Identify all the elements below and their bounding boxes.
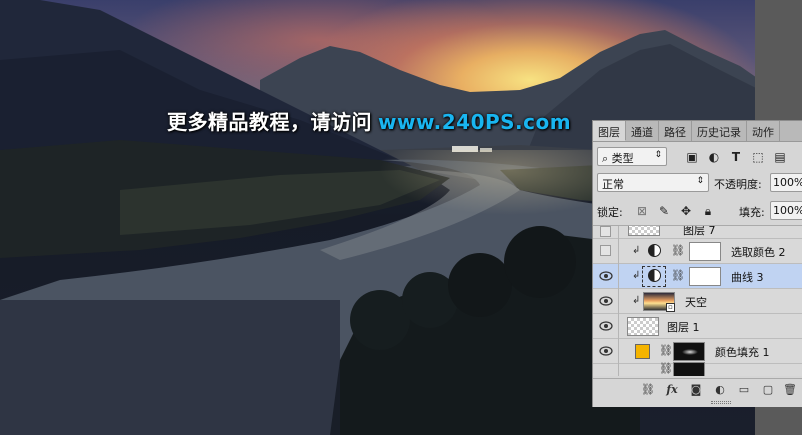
layer-name: 选取颜色 2	[731, 246, 786, 259]
lock-move-icon[interactable]: ✥	[679, 204, 693, 218]
clip-arrow-icon: ↲	[632, 295, 641, 306]
layer-name: 曲线 3	[731, 271, 764, 284]
filter-type-icon[interactable]: T	[729, 150, 743, 164]
eye-icon[interactable]	[599, 270, 613, 282]
fill-input[interactable]: 100%	[770, 201, 802, 220]
layer-name: 图层 7	[683, 225, 716, 237]
updown-arrow-icon: ⇕	[696, 176, 704, 186]
fx-icon[interactable]: fx	[665, 383, 679, 397]
filter-kind-select[interactable]: ⌕ 类型 ⇕	[597, 147, 667, 166]
clip-arrow-icon: ↲	[632, 245, 641, 256]
layer-name: 颜色填充 1	[715, 346, 770, 359]
workspace-background	[755, 0, 802, 120]
visibility-toggle[interactable]	[600, 245, 611, 256]
layer-row-color-fill-1[interactable]: ⛓︎ 颜色填充 1	[593, 339, 802, 364]
link-chain-icon: ⛓︎	[671, 244, 685, 257]
link-chain-icon: ⛓︎	[671, 269, 685, 282]
tab-history[interactable]: 历史记录	[692, 121, 747, 141]
link-layers-icon[interactable]: ⛓︎	[641, 383, 655, 397]
workspace-background-bottom	[755, 407, 802, 435]
adjustment-icon	[648, 244, 661, 257]
layer-row-curves-3[interactable]: ↲ ⛓︎ 曲线 3	[593, 264, 802, 289]
opacity-input[interactable]: 100%	[770, 173, 802, 192]
blend-mode-label: 正常	[602, 178, 624, 191]
layer-mask-thumbnail[interactable]	[689, 267, 721, 286]
layer-name: 图层 1	[667, 321, 700, 334]
filter-adjustment-icon[interactable]: ◐	[707, 150, 721, 164]
watermark-text: 更多精品教程，请访问	[167, 110, 372, 134]
clip-arrow-icon: ↲	[632, 270, 641, 281]
layer-mask-thumbnail[interactable]	[689, 242, 721, 261]
fill-color-swatch[interactable]	[635, 344, 650, 359]
opacity-label: 不透明度:	[714, 178, 762, 191]
panel-tab-bar: 图层 通道 路径 历史记录 动作	[593, 121, 802, 142]
blend-mode-select[interactable]: 正常 ⇕	[597, 173, 709, 192]
layer-thumbnail	[627, 317, 659, 336]
panel-bottom-toolbar: ⛓︎ fx ◙ ◐ ▭ ▢ 🗑︎	[593, 378, 802, 400]
lock-row: 锁定: ⊠ ✎ ✥ 🔒︎ 填充: 100%	[593, 201, 802, 221]
layer-thumbnail	[628, 226, 660, 236]
smart-object-badge-icon: ▫	[666, 303, 675, 312]
layer-row-1[interactable]: 图层 1	[593, 314, 802, 339]
watermark-site-link: www.240PS.com	[378, 110, 572, 134]
layer-row-sky[interactable]: ↲ ▫ 天空	[593, 289, 802, 314]
filter-shape-icon[interactable]: ⬚	[751, 150, 765, 164]
lock-brush-icon[interactable]: ✎	[657, 204, 671, 218]
new-adjustment-icon[interactable]: ◐	[713, 383, 727, 397]
link-chain-icon: ⛓︎	[659, 362, 673, 375]
tab-paths[interactable]: 路径	[659, 121, 692, 141]
visibility-toggle[interactable]	[600, 226, 611, 237]
eye-icon[interactable]	[599, 295, 613, 307]
layer-mask-thumbnail[interactable]	[673, 342, 705, 361]
new-group-icon[interactable]: ▭	[737, 383, 751, 397]
panel-resize-grip[interactable]	[711, 401, 731, 404]
link-chain-icon: ⛓︎	[659, 344, 673, 357]
filter-pixel-icon[interactable]: ▣	[685, 150, 699, 164]
fill-label: 填充:	[739, 206, 765, 219]
lock-label: 锁定:	[597, 206, 623, 219]
lock-transparent-icon[interactable]: ⊠	[635, 204, 649, 218]
search-icon: ⌕	[602, 152, 609, 165]
layer-thumbnail	[673, 362, 705, 376]
blend-row: 正常 ⇕ 不透明度: 100%	[593, 173, 802, 195]
layer-row-next[interactable]: ⛓︎	[593, 362, 802, 376]
layers-panel: 图层 通道 路径 历史记录 动作 ⌕ 类型 ⇕ ▣ ◐ T ⬚ ▤ 正常 ⇕ 不…	[592, 120, 802, 407]
add-mask-icon[interactable]: ◙	[689, 383, 703, 397]
layer-name: 天空	[685, 296, 707, 309]
new-layer-icon[interactable]: ▢	[761, 383, 775, 397]
watermark-banner: 更多精品教程，请访问 www.240PS.com	[167, 106, 571, 135]
updown-arrow-icon: ⇕	[654, 150, 662, 160]
eye-icon[interactable]	[599, 345, 613, 357]
filter-kind-label: 类型	[611, 152, 634, 165]
adjustment-icon	[648, 269, 661, 282]
layer-row-7[interactable]: ↲ 图层 7	[593, 225, 802, 239]
tab-actions[interactable]: 动作	[747, 121, 780, 141]
layer-row-selective-color-2[interactable]: ↲ ⛓︎ 选取颜色 2	[593, 239, 802, 264]
tab-channels[interactable]: 通道	[626, 121, 659, 141]
delete-layer-icon[interactable]: 🗑︎	[783, 383, 797, 397]
tab-layers[interactable]: 图层	[593, 121, 626, 141]
layer-filter-row: ⌕ 类型 ⇕ ▣ ◐ T ⬚ ▤	[593, 147, 802, 169]
lock-all-icon[interactable]: 🔒︎	[701, 204, 715, 218]
layer-list: ↲ 图层 7 ↲ ⛓︎ 选取颜色 2 ↲ ⛓︎ 曲线 3	[593, 225, 802, 376]
filter-smart-object-icon[interactable]: ▤	[773, 150, 787, 164]
eye-icon[interactable]	[599, 320, 613, 332]
